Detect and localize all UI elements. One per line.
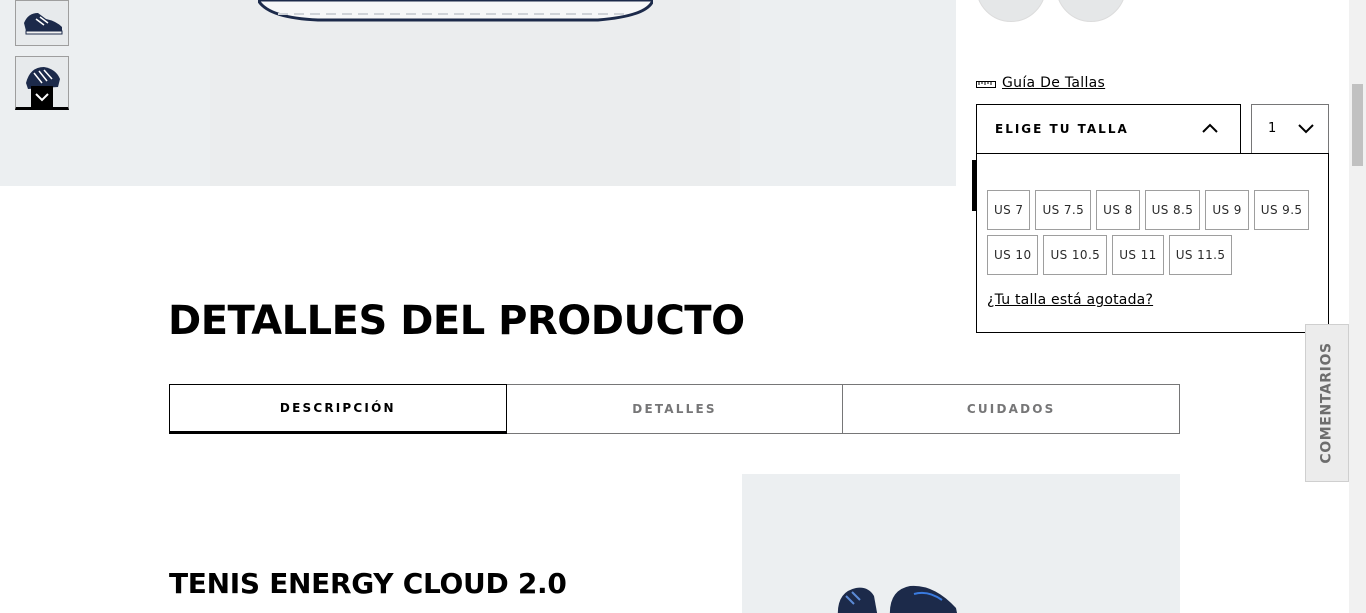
size-option[interactable]: US 11: [1112, 235, 1164, 275]
size-option[interactable]: US 11.5: [1168, 235, 1233, 275]
size-option[interactable]: US 7: [987, 190, 1031, 230]
size-option[interactable]: US 8: [1096, 190, 1140, 230]
product-hero-gallery: [0, 0, 956, 186]
size-options: US 7 US 7.5 US 8 US 8.5 US 9 US 9.5 US 1…: [987, 190, 1322, 275]
sold-out-link[interactable]: ¿Tu talla está agotada?: [987, 292, 1153, 308]
size-select[interactable]: ELIGE TU TALLA: [976, 104, 1241, 154]
color-swatch-1[interactable]: [976, 0, 1046, 22]
size-guide-label[interactable]: Guía De Tallas: [1002, 75, 1105, 91]
hero-shoe-sole: [258, 0, 653, 22]
chevron-up-icon: [1202, 123, 1218, 133]
feedback-label: COMENTARIOS: [1319, 342, 1336, 464]
quantity-select[interactable]: 1: [1251, 104, 1329, 154]
chevron-down-icon: [35, 93, 49, 102]
product-name: TENIS ENERGY CLOUD 2.0: [169, 567, 567, 600]
size-option[interactable]: US 10: [987, 235, 1039, 275]
size-guide-link[interactable]: Guía De Tallas: [976, 72, 1105, 94]
tab-care[interactable]: CUIDADOS: [843, 384, 1181, 434]
size-option[interactable]: US 9.5: [1253, 190, 1310, 230]
shoe-side-icon: [24, 13, 63, 35]
hero-image: [210, 0, 740, 186]
chevron-down-icon: [1298, 124, 1314, 134]
tab-details[interactable]: DETALLES: [506, 384, 844, 434]
feedback-tab[interactable]: COMENTARIOS: [1305, 324, 1349, 482]
details-title: DETALLES DEL PRODUCTO: [168, 298, 745, 344]
color-swatch-2[interactable]: [1056, 0, 1126, 22]
shoe-top-icon: [837, 585, 957, 613]
details-tabs: DESCRIPCIÓN DETALLES CUIDADOS: [169, 384, 1181, 434]
thumbnail-scroll-button[interactable]: [31, 86, 53, 108]
size-option[interactable]: US 8.5: [1144, 190, 1201, 230]
quantity-value: 1: [1268, 121, 1277, 136]
ruler-icon: [976, 81, 996, 88]
tab-description[interactable]: DESCRIPCIÓN: [169, 384, 507, 434]
page-scrollbar[interactable]: [1349, 0, 1366, 613]
size-option[interactable]: US 9: [1205, 190, 1249, 230]
product-description-image: [742, 474, 1180, 613]
size-select-label: ELIGE TU TALLA: [995, 122, 1129, 136]
size-dropdown: US 7 US 7.5 US 8 US 8.5 US 9 US 9.5 US 1…: [976, 153, 1329, 333]
size-option[interactable]: US 7.5: [1035, 190, 1092, 230]
thumbnail-1[interactable]: [15, 0, 69, 46]
scrollbar-thumb[interactable]: [1352, 84, 1363, 166]
size-option[interactable]: US 10.5: [1043, 235, 1108, 275]
